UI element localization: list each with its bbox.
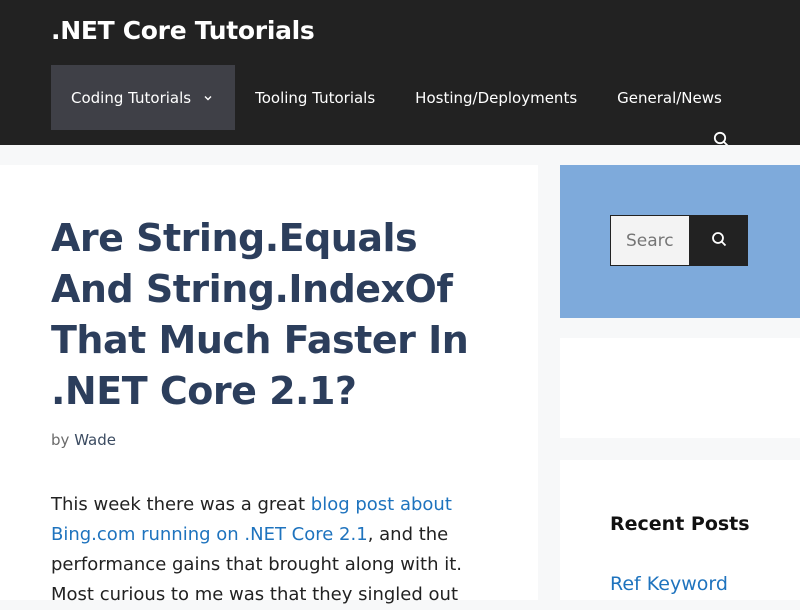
recent-post-link[interactable]: Ref Keyword [610,573,728,595]
chevron-down-icon[interactable] [201,91,215,105]
byline: by Wade [51,431,116,449]
nav-item-tooling-tutorials[interactable]: Tooling Tutorials [235,65,395,130]
site-title[interactable]: .NET Core Tutorials [51,16,315,45]
search-widget [560,165,800,318]
post-title: Are String.Equals And String.IndexOf Tha… [51,216,469,413]
search-button[interactable] [690,215,748,266]
nav-item-label: Hosting/Deployments [415,88,578,107]
search-input[interactable] [610,215,690,266]
byline-prefix: by [51,431,70,449]
empty-widget [560,338,800,438]
search-icon[interactable] [712,130,730,145]
search-icon [710,230,728,251]
main-nav: Coding Tutorials Tooling Tutorials Hosti… [51,65,742,130]
nav-item-hosting-deployments[interactable]: Hosting/Deployments [395,65,597,130]
recent-posts-widget: Recent Posts Ref Keyword [560,460,800,600]
nav-item-label: General/News [617,88,722,107]
post-content: Are String.Equals And String.IndexOf Tha… [0,165,538,605]
post-body-intro: This week there was a great [51,494,311,515]
nav-item-general-news[interactable]: General/News [597,65,742,130]
author-link[interactable]: Wade [74,431,116,449]
post-body: This week there was a great blog post ab… [51,490,506,610]
recent-posts-title: Recent Posts [610,513,750,535]
nav-item-label: Coding Tutorials [71,88,192,107]
nav-item-label: Tooling Tutorials [255,88,376,107]
site-header: .NET Core Tutorials Coding Tutorials Too… [0,0,800,145]
nav-item-coding-tutorials[interactable]: Coding Tutorials [51,65,236,130]
